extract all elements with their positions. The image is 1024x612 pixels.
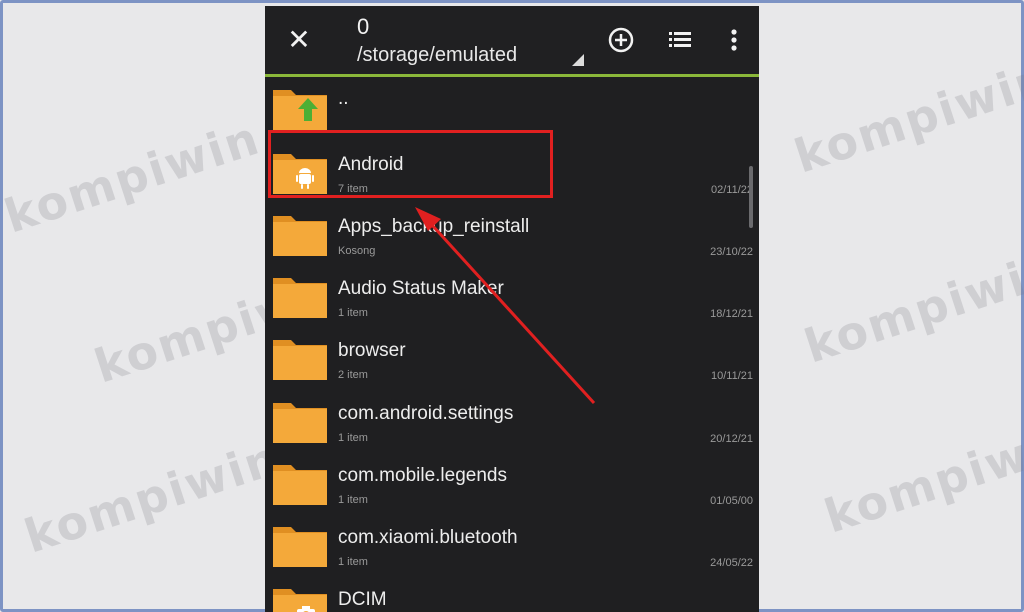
annotation-arrow bbox=[415, 207, 596, 405]
